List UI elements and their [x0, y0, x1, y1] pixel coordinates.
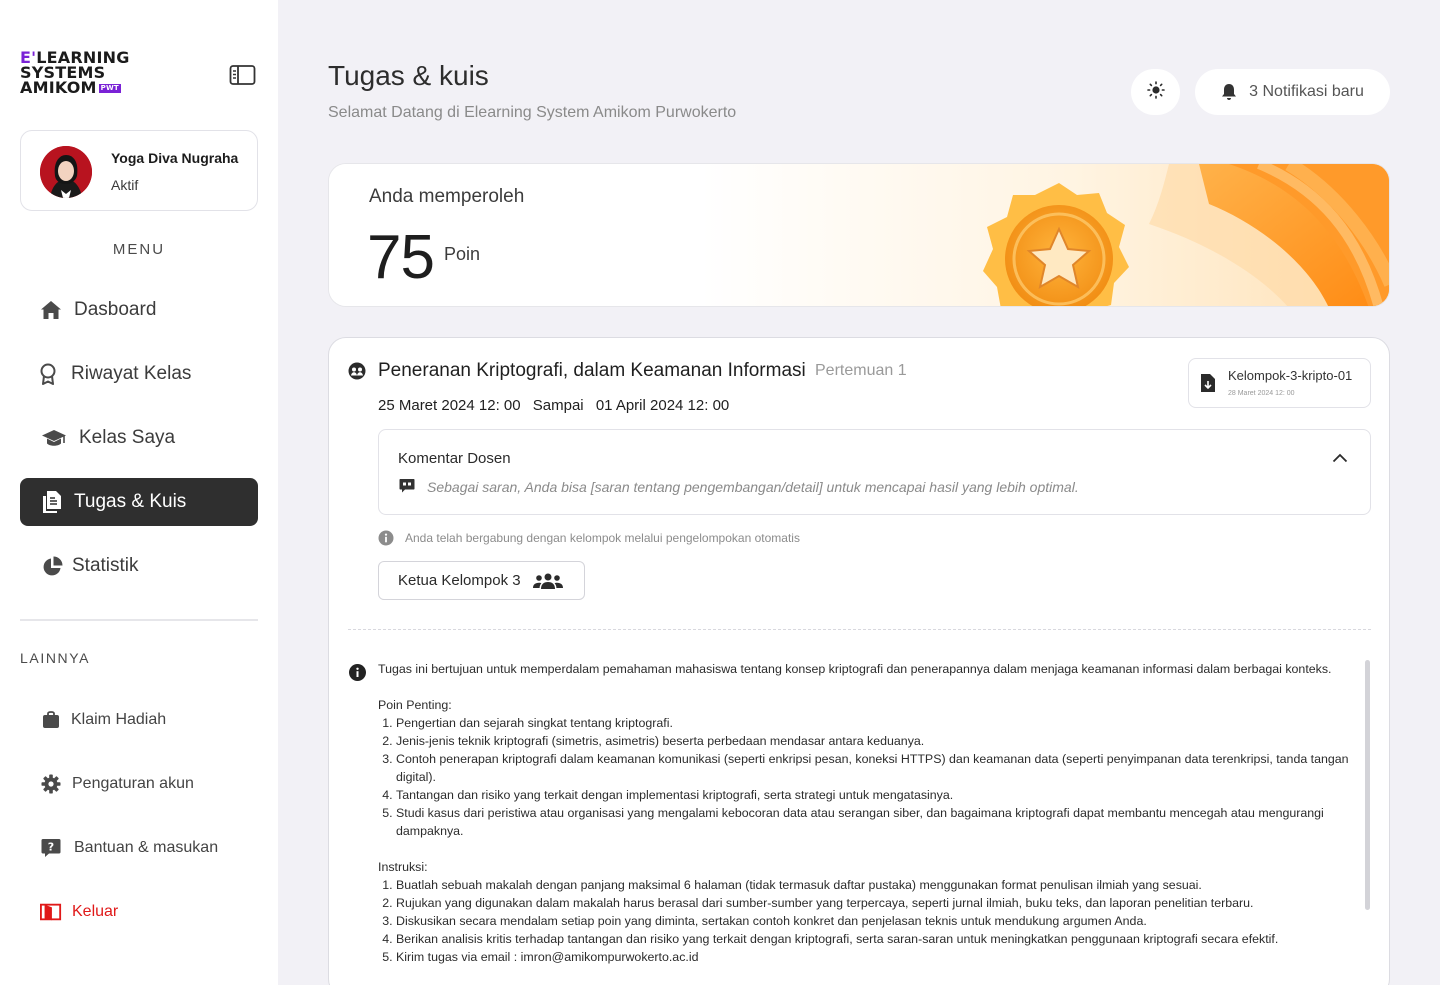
- list-item: Jenis-jenis teknik kriptografi (simetris…: [396, 732, 1358, 750]
- home-icon: [40, 299, 62, 321]
- notifications-label: 3 Notifikasi baru: [1249, 83, 1364, 100]
- points-list: Pengertian dan sejarah singkat tentang k…: [378, 714, 1358, 840]
- group-icon: [348, 362, 366, 380]
- comment-title: Komentar Dosen: [398, 450, 511, 467]
- section-divider: [348, 629, 1371, 630]
- nav-item-tugas-kuis[interactable]: Tugas & Kuis: [20, 478, 258, 526]
- list-item: Diskusikan secara mendalam setiap poin y…: [396, 912, 1358, 930]
- info-icon: [378, 530, 394, 546]
- menu-item-bantuan-masukan[interactable]: ? Bantuan & masukan: [40, 833, 218, 863]
- document-icon: [41, 491, 63, 513]
- file-download-icon: [1200, 373, 1216, 398]
- menu-label: Pengaturan akun: [72, 775, 194, 792]
- points-title: Poin Penting:: [378, 698, 452, 712]
- award-icon: [37, 363, 59, 385]
- nav-label: Dasboard: [74, 299, 157, 320]
- task-meeting: Pertemuan 1: [815, 362, 907, 379]
- sidebar-toggle-icon[interactable]: [229, 64, 256, 86]
- join-info: Anda telah bergabung dengan kelompok mel…: [378, 530, 800, 546]
- submitted-file[interactable]: Kelompok-3-kripto-01 28 Maret 2024 12: 0…: [1188, 358, 1371, 408]
- svg-text:?: ?: [48, 841, 54, 854]
- menu-item-klaim-hadiah[interactable]: Klaim Hadiah: [40, 705, 166, 735]
- nav-item-kelas-saya[interactable]: Kelas Saya: [20, 414, 258, 462]
- task-description: Tugas ini bertujuan untuk memperdalam pe…: [378, 660, 1358, 966]
- logout-icon: [40, 901, 62, 923]
- list-item: Kirim tugas via email : imron@amikompurw…: [396, 948, 1358, 966]
- list-item: Pengertian dan sejarah singkat tentang k…: [396, 714, 1358, 732]
- sidebar: E'LEARNING SYSTEMS AMIKOM PWT Yoga Diva N…: [0, 0, 278, 985]
- group-role-label: Ketua Kelompok 3: [398, 572, 521, 589]
- sun-icon: [1146, 80, 1165, 104]
- description-intro: Tugas ini bertujuan untuk memperdalam pe…: [378, 662, 1332, 676]
- task-card: Peneranan Kriptografi, dalam Keamanan In…: [328, 337, 1390, 985]
- divider: [20, 619, 258, 621]
- nav-item-dasboard[interactable]: Dasboard: [20, 286, 258, 334]
- points-unit: Poin: [444, 244, 481, 264]
- theme-toggle-button[interactable]: [1131, 69, 1180, 115]
- pie-chart-icon: [41, 555, 63, 577]
- comment-text: Sebagai saran, Anda bisa [saran tentang …: [427, 479, 1079, 495]
- instructions-list: Buatlah sebuah makalah dengan panjang ma…: [378, 876, 1358, 966]
- task-start-date: 25 Maret 2024 12: 00: [378, 397, 521, 414]
- notifications-button[interactable]: 3 Notifikasi baru: [1195, 69, 1390, 115]
- nav-label: Kelas Saya: [79, 427, 176, 448]
- profile-status: Aktif: [111, 177, 139, 193]
- help-icon: ?: [40, 837, 62, 859]
- list-item: Contoh penerapan kriptografi dalam keama…: [396, 750, 1358, 786]
- instructions-title: Instruksi:: [378, 860, 428, 874]
- profile-name: Yoga Diva Nugraha: [111, 150, 239, 166]
- list-item: Tantangan dan risiko yang terkait dengan…: [396, 786, 1358, 804]
- menu-label: Keluar: [72, 903, 119, 920]
- task-dates: 25 Maret 2024 12: 00 Sampai 01 April 202…: [378, 397, 737, 414]
- graduation-cap-icon: [41, 427, 67, 449]
- other-title: LAINNYA: [20, 650, 91, 666]
- users-icon: [532, 573, 563, 589]
- app-logo[interactable]: E'LEARNING SYSTEMS AMIKOM PWT: [20, 50, 140, 102]
- list-item: Berikan analisis kritis terhadap tantang…: [396, 930, 1358, 948]
- points-banner: Anda memperoleh 75 Poin: [328, 163, 1390, 307]
- task-until: Sampai: [532, 397, 584, 414]
- bag-icon: [40, 709, 62, 731]
- gear-icon: [40, 773, 62, 795]
- menu-item-pengaturan-akun[interactable]: Pengaturan akun: [40, 769, 194, 799]
- nav-item-statistik[interactable]: Statistik: [20, 542, 258, 590]
- nav-label: Tugas & Kuis: [74, 491, 187, 512]
- list-item: Rujukan yang digunakan dalam makalah har…: [396, 894, 1358, 912]
- points-label: Anda memperoleh: [369, 186, 525, 207]
- page-subtitle: Selamat Datang di Elearning System Amiko…: [328, 104, 737, 121]
- menu-item-keluar[interactable]: Keluar: [40, 897, 118, 927]
- nav-item-riwayat-kelas[interactable]: Riwayat Kelas: [20, 350, 258, 398]
- lecturer-comment: Komentar Dosen Sebagai saran, Anda bisa …: [378, 429, 1371, 515]
- avatar: [40, 146, 92, 198]
- list-item: Buatlah sebuah makalah dengan panjang ma…: [396, 876, 1358, 894]
- chevron-up-icon[interactable]: [1332, 450, 1348, 468]
- join-info-text: Anda telah bergabung dengan kelompok mel…: [405, 531, 800, 545]
- file-date: 28 Maret 2024 12: 00: [1228, 390, 1295, 397]
- task-end-date: 01 April 2024 12: 00: [595, 397, 730, 414]
- profile-card[interactable]: Yoga Diva Nugraha Aktif: [20, 130, 258, 211]
- file-name: Kelompok-3-kripto-01: [1228, 368, 1353, 383]
- menu-label: Klaim Hadiah: [71, 711, 167, 728]
- menu-title: MENU: [112, 241, 166, 258]
- task-title: Peneranan Kriptografi, dalam Keamanan In…: [378, 360, 806, 381]
- list-item: Studi kasus dari peristiwa atau organisa…: [396, 804, 1358, 840]
- nav-label: Riwayat Kelas: [71, 363, 192, 384]
- info-icon: [349, 664, 366, 686]
- points-value: 75: [367, 223, 435, 292]
- nav-label: Statistik: [72, 555, 139, 576]
- bell-icon: [1222, 84, 1237, 100]
- menu-label: Bantuan & masukan: [74, 839, 219, 856]
- group-role-chip[interactable]: Ketua Kelompok 3: [378, 561, 585, 600]
- page-title: Tugas & kuis: [328, 60, 489, 91]
- description-scrollbar[interactable]: [1365, 660, 1370, 910]
- chat-bubble-icon: [399, 478, 415, 499]
